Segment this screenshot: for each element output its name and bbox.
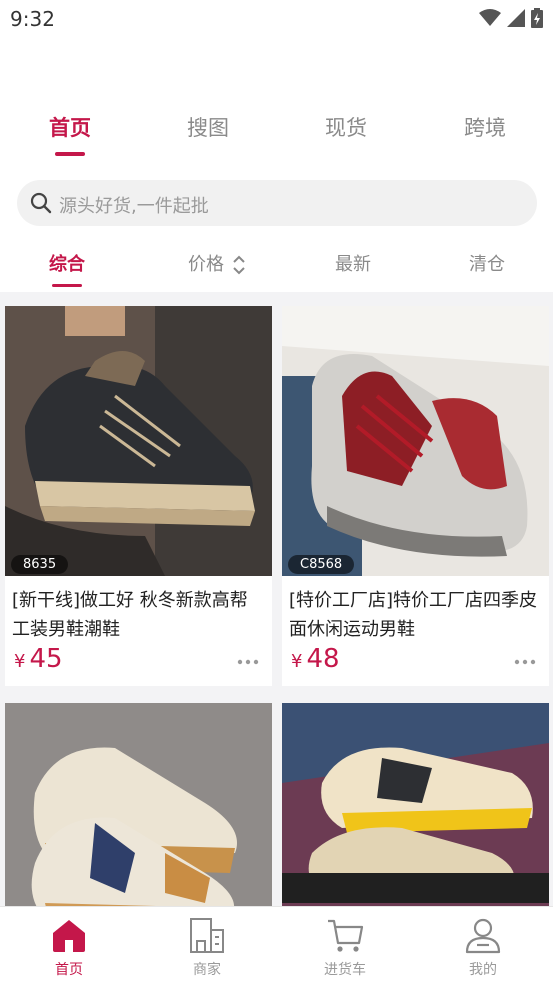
tab-label: 现货 bbox=[325, 116, 367, 140]
price-value: 48 bbox=[306, 644, 340, 674]
top-tabs: 首页 搜图 现货 跨境 bbox=[0, 112, 553, 162]
store-icon bbox=[190, 918, 224, 953]
product-image: 8635 bbox=[5, 306, 272, 576]
home-icon bbox=[53, 920, 85, 952]
profile-icon bbox=[465, 918, 501, 954]
nav-profile[interactable]: 我的 bbox=[438, 915, 528, 979]
currency-symbol: ¥ bbox=[14, 651, 26, 672]
tab-in-stock[interactable]: 现货 bbox=[296, 112, 396, 142]
price-value: 45 bbox=[29, 644, 63, 674]
nav-home[interactable]: 首页 bbox=[24, 915, 114, 979]
product-code-badge: 8635 bbox=[11, 555, 69, 574]
filter-label: 最新 bbox=[335, 254, 371, 275]
product-image bbox=[282, 703, 549, 906]
tab-image-search[interactable]: 搜图 bbox=[158, 112, 258, 142]
status-bar: 9:32 bbox=[0, 0, 553, 38]
nav-label: 进货车 bbox=[324, 962, 366, 978]
product-photo bbox=[282, 306, 549, 576]
product-photo bbox=[5, 306, 272, 576]
status-time: 9:32 bbox=[10, 7, 55, 31]
product-price: ¥45 bbox=[14, 644, 63, 674]
product-image bbox=[5, 703, 272, 906]
tab-home[interactable]: 首页 bbox=[20, 112, 120, 156]
product-photo bbox=[5, 703, 272, 906]
product-image: C8568 bbox=[282, 306, 549, 576]
cart-icon bbox=[328, 919, 364, 952]
tab-cross-border[interactable]: 跨境 bbox=[435, 112, 535, 142]
product-card[interactable]: C8568 [特价工厂店]特价工厂店四季皮面休闲运动男鞋 ¥48 bbox=[282, 306, 549, 686]
more-icon[interactable] bbox=[513, 658, 537, 666]
search-input[interactable]: 源头好货,一件起批 bbox=[17, 180, 537, 226]
filter-label: 清仓 bbox=[469, 254, 505, 275]
tab-label: 跨境 bbox=[464, 116, 506, 140]
signal-icon bbox=[507, 9, 525, 27]
filter-label: 价格 bbox=[188, 254, 224, 275]
product-code-badge: C8568 bbox=[288, 555, 355, 574]
product-grid: 8635 [新干线]做工好 秋冬新款高帮工装男鞋潮鞋 ¥45 C8568 [特价… bbox=[0, 292, 553, 906]
filter-tab-newest[interactable]: 最新 bbox=[298, 250, 408, 276]
battery-icon bbox=[531, 8, 543, 28]
more-icon[interactable] bbox=[236, 658, 260, 666]
filter-tab-clearance[interactable]: 清仓 bbox=[432, 250, 542, 276]
product-title: [新干线]做工好 秋冬新款高帮工装男鞋潮鞋 bbox=[12, 590, 248, 640]
search-icon bbox=[30, 192, 52, 214]
wifi-icon bbox=[479, 9, 501, 26]
filter-tab-comprehensive[interactable]: 综合 bbox=[12, 250, 122, 287]
status-icons bbox=[479, 8, 543, 28]
product-card[interactable] bbox=[5, 703, 272, 906]
nav-store[interactable]: 商家 bbox=[162, 915, 252, 979]
active-filter-indicator bbox=[52, 284, 82, 287]
nav-label: 商家 bbox=[193, 962, 221, 978]
search-placeholder: 源头好货,一件起批 bbox=[59, 196, 209, 217]
bottom-nav: 首页 商家 进货车 我的 bbox=[0, 906, 553, 984]
product-card[interactable]: 8635 [新干线]做工好 秋冬新款高帮工装男鞋潮鞋 ¥45 bbox=[5, 306, 272, 686]
filter-tabs: 综合 价格 最新 清仓 bbox=[0, 250, 553, 290]
product-card[interactable] bbox=[282, 703, 549, 906]
nav-label: 首页 bbox=[55, 962, 83, 978]
product-title: [特价工厂店]特价工厂店四季皮面休闲运动男鞋 bbox=[289, 590, 538, 640]
nav-cart[interactable]: 进货车 bbox=[300, 915, 390, 979]
nav-label: 我的 bbox=[469, 962, 497, 978]
active-tab-indicator bbox=[55, 152, 85, 156]
filter-label: 综合 bbox=[49, 254, 85, 275]
product-price: ¥48 bbox=[291, 644, 340, 674]
product-photo bbox=[282, 703, 549, 906]
tab-label: 搜图 bbox=[187, 116, 229, 140]
currency-symbol: ¥ bbox=[291, 651, 303, 672]
sort-updown-icon bbox=[233, 255, 245, 275]
tab-label: 首页 bbox=[49, 116, 91, 140]
filter-tab-price[interactable]: 价格 bbox=[162, 250, 272, 277]
